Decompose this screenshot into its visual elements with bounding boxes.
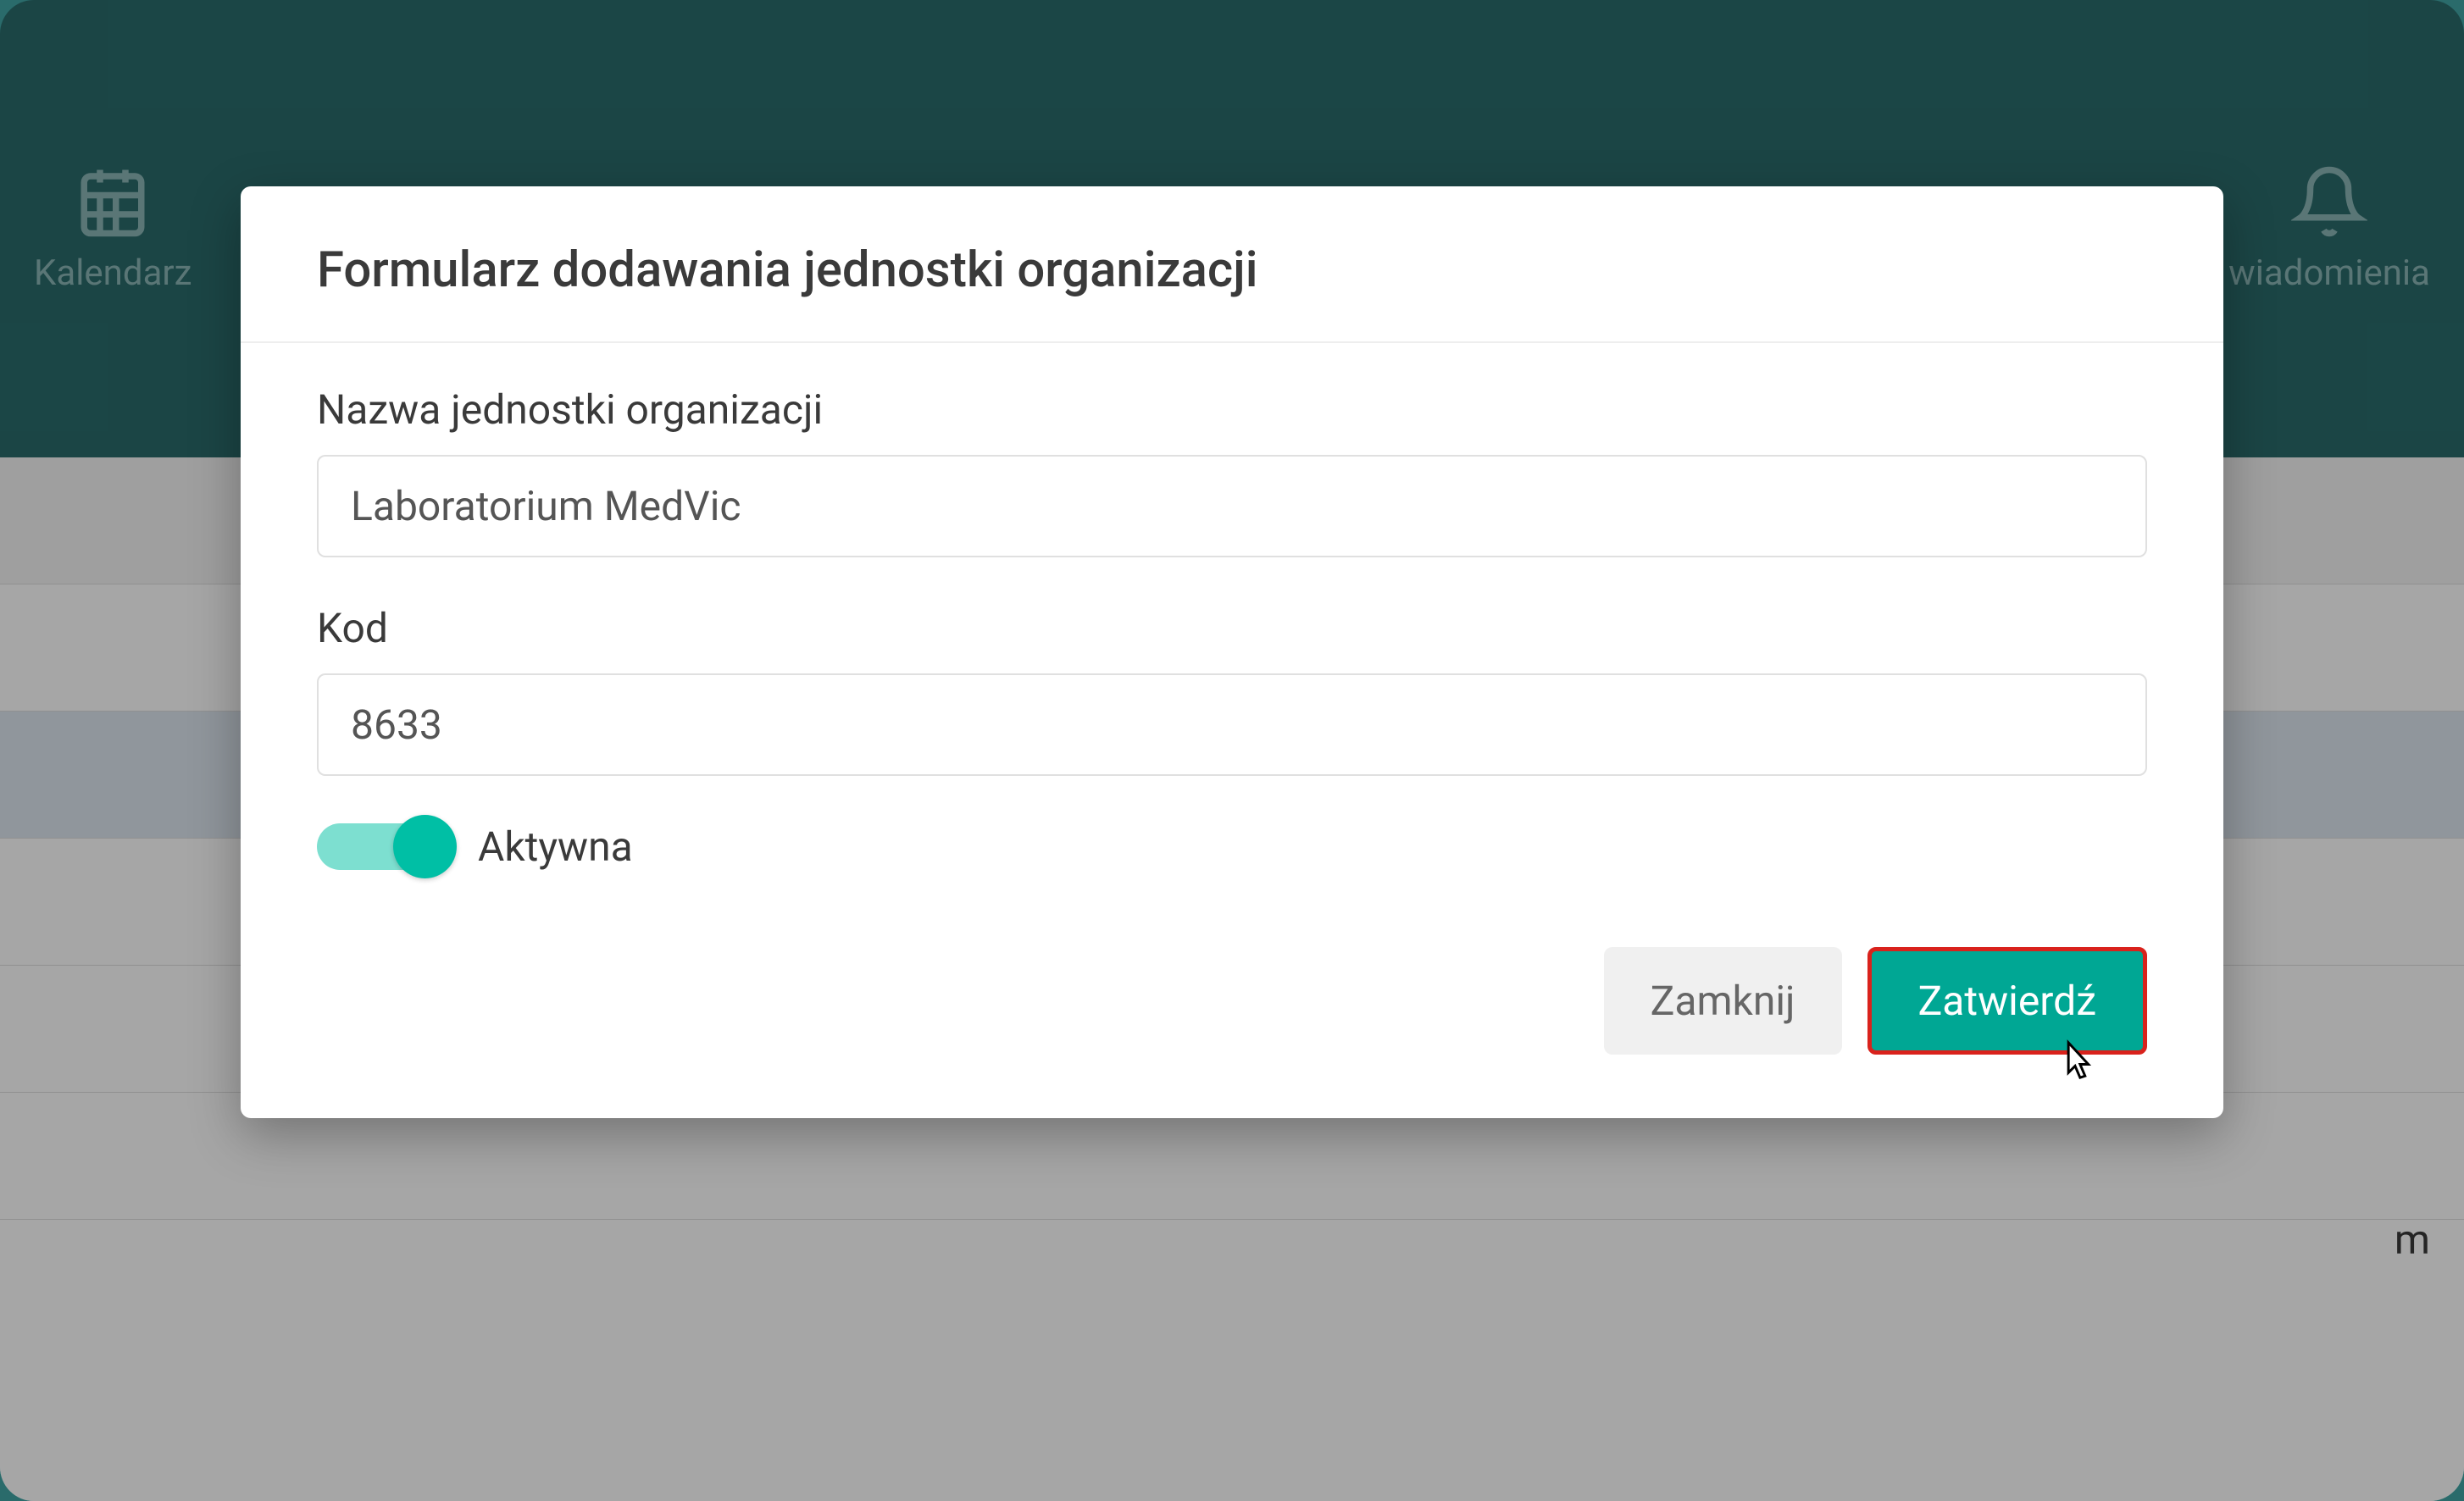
add-unit-modal: Formularz dodawania jednostki organizacj… xyxy=(241,186,2223,1118)
form-group-active: Aktywna xyxy=(317,823,2147,871)
toggle-knob xyxy=(393,815,457,878)
modal-body: Nazwa jednostki organizacji Kod Aktywna xyxy=(241,343,2223,922)
confirm-button-label: Zatwierdź xyxy=(1918,977,2096,1025)
modal-title: Formularz dodawania jednostki organizacj… xyxy=(317,241,2147,299)
unit-name-input[interactable] xyxy=(317,455,2147,557)
form-group-name: Nazwa jednostki organizacji xyxy=(317,385,2147,557)
unit-code-input[interactable] xyxy=(317,673,2147,776)
unit-name-label: Nazwa jednostki organizacji xyxy=(317,385,2147,434)
modal-header: Formularz dodawania jednostki organizacj… xyxy=(241,186,2223,343)
active-toggle[interactable] xyxy=(317,823,452,870)
form-group-code: Kod xyxy=(317,604,2147,776)
close-button[interactable]: Zamknij xyxy=(1604,947,1842,1055)
confirm-button[interactable]: Zatwierdź xyxy=(1867,947,2147,1055)
active-toggle-label: Aktywna xyxy=(478,823,633,871)
app-container: Kalendarz wiadomienia m Formularz dodawa… xyxy=(0,0,2464,1501)
cursor-icon xyxy=(2054,1039,2096,1086)
modal-footer: Zamknij Zatwierdź xyxy=(241,922,2223,1118)
unit-code-label: Kod xyxy=(317,604,2147,652)
